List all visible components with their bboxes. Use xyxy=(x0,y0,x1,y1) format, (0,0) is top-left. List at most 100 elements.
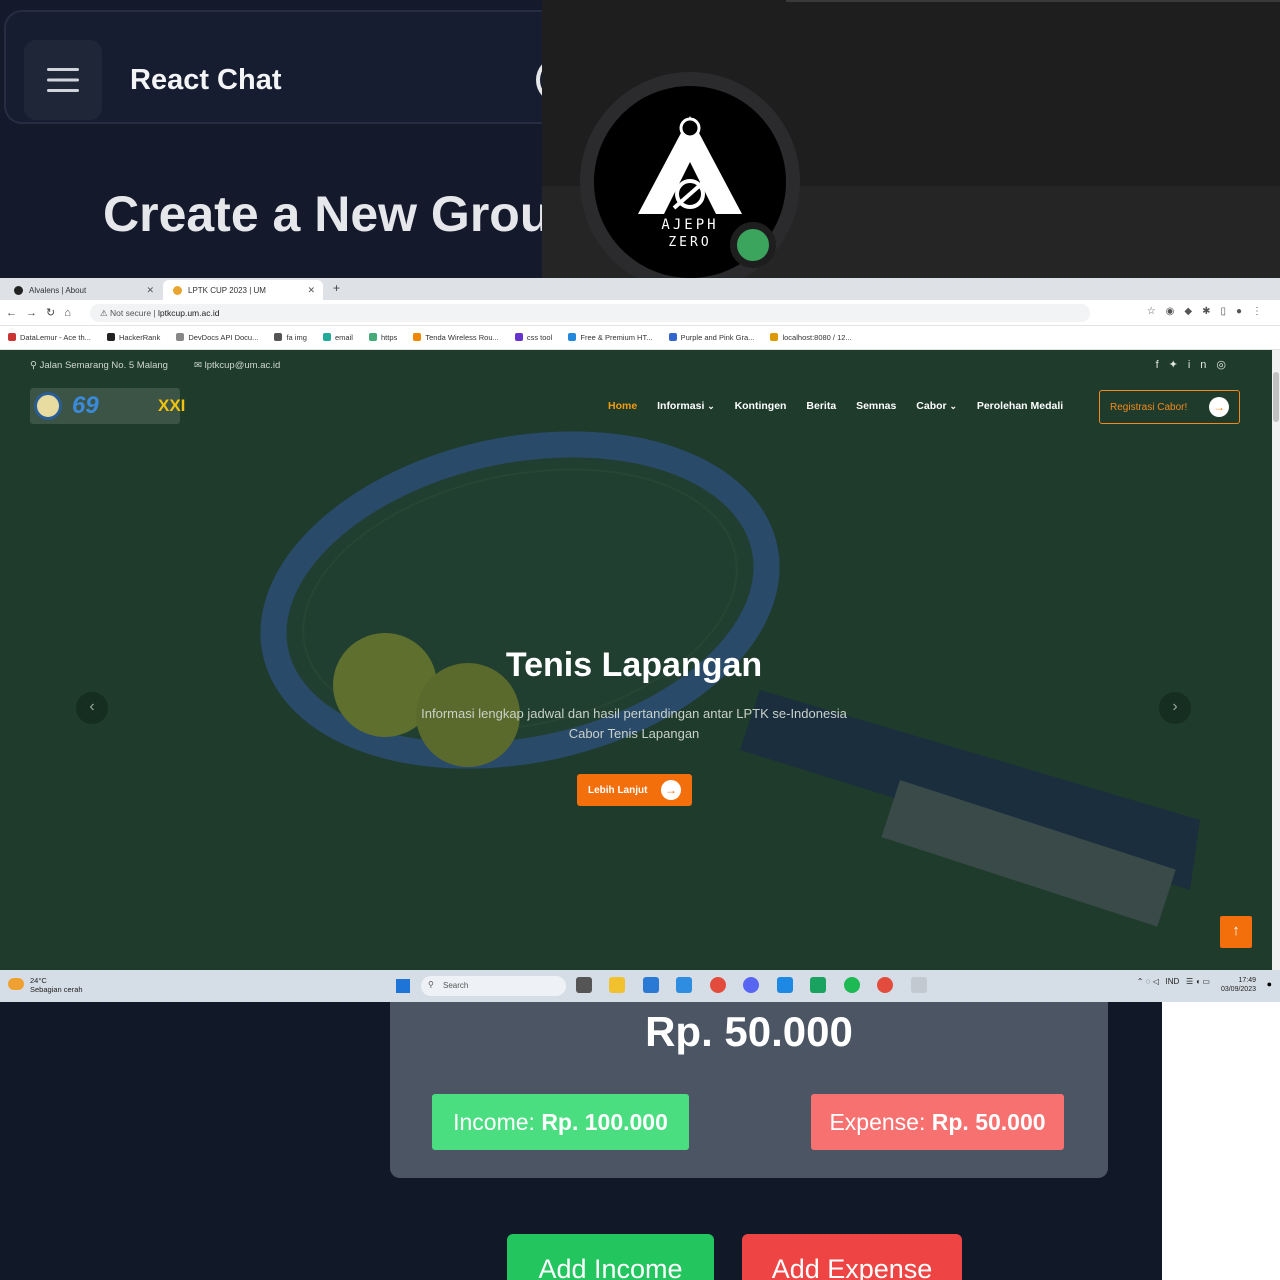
bookmark-icon xyxy=(274,333,283,341)
bookmarks-bar: DataLemur - Ace th... HackerRank DevDocs… xyxy=(0,326,1280,350)
bookmark-item[interactable]: fa img xyxy=(274,333,307,342)
bookmark-item[interactable]: Tenda Wireless Rou... xyxy=(413,333,499,342)
income-value: Rp. 100.000 xyxy=(541,1109,668,1135)
chrome-icon[interactable] xyxy=(709,977,726,993)
menu-icon xyxy=(47,68,79,92)
anniversary-logo: 69 xyxy=(72,392,99,419)
profile-panel: AJEPH ZERO xyxy=(542,0,1280,280)
add-income-button[interactable]: Add Income xyxy=(507,1234,714,1280)
temperature: 24°C xyxy=(30,976,47,985)
nav-cabor[interactable]: Cabor ⌄ xyxy=(916,400,957,412)
nav-perolehan-medali[interactable]: Perolehan Medali xyxy=(977,400,1063,412)
mail-app-icon[interactable] xyxy=(676,977,693,993)
nav-home[interactable]: Home xyxy=(608,400,637,412)
chevron-down-icon: ⌄ xyxy=(707,401,715,411)
nav-berita[interactable]: Berita xyxy=(806,400,836,412)
bookmark-item[interactable]: DataLemur - Ace th... xyxy=(8,333,91,342)
system-tray[interactable]: ⌃ ◌ ◁ IND ☰ ◖ ▭ xyxy=(1137,977,1210,986)
bookmark-item[interactable]: DevDocs API Docu... xyxy=(176,333,258,342)
language-indicator[interactable]: IND xyxy=(1166,977,1180,986)
notification-bell-icon[interactable]: ● xyxy=(1267,979,1272,989)
nav-semnas[interactable]: Semnas xyxy=(856,400,896,412)
site-logo[interactable]: 69 XXI xyxy=(30,388,185,424)
discord-icon[interactable] xyxy=(743,977,760,993)
react-chat-panel: React Chat Create a New Grou xyxy=(0,0,542,280)
vscode-insiders-icon[interactable] xyxy=(810,977,827,993)
balance-amount: Rp. 50.000 xyxy=(645,1008,853,1055)
main-nav: Home Informasi ⌄ Kontingen Berita Semnas… xyxy=(608,400,1080,412)
nav-kontingen[interactable]: Kontingen xyxy=(735,400,787,412)
hero-subtitle-line: Informasi lengkap jadwal dan hasil perta… xyxy=(421,706,847,721)
bookmark-icon xyxy=(514,333,523,341)
expense-tracker-panel: Rp. 50.000 Income: Rp. 100.000 Expense: … xyxy=(0,1002,1162,1280)
expense-value: Rp. 50.000 xyxy=(931,1109,1046,1135)
weather-icon xyxy=(8,978,24,990)
bookmark-item[interactable]: HackerRank xyxy=(106,333,160,342)
bookmark-icon xyxy=(668,333,677,341)
close-icon[interactable]: ✕ xyxy=(307,285,315,296)
chrome-icon[interactable] xyxy=(877,977,894,993)
url-field[interactable]: ⚠ Not secure | lptkcup.um.ac.id xyxy=(90,304,1090,322)
bookmark-item[interactable]: Free & Premium HT... xyxy=(568,333,652,342)
expense-label: Expense: xyxy=(829,1109,926,1135)
address-bar: ←→↻⌂ ⚠ Not secure | lptkcup.um.ac.id ☆◉◆… xyxy=(0,300,1280,326)
app-title: React Chat xyxy=(130,64,282,96)
tab-alvalens[interactable]: Alvalens | About ✕ xyxy=(4,280,162,300)
svg-text:AJEPH: AJEPH xyxy=(661,217,718,233)
bookmark-icon xyxy=(770,333,779,341)
arrow-right-icon: → xyxy=(1209,397,1229,417)
url-text: lptkcup.um.ac.id xyxy=(158,308,220,318)
clock[interactable]: 17:49 03/09/2023 xyxy=(1221,976,1256,994)
favicon-icon xyxy=(173,285,182,295)
online-status-indicator xyxy=(730,222,776,268)
close-icon[interactable]: ✕ xyxy=(146,285,154,296)
hero-title: Tenis Lapangan xyxy=(505,646,763,684)
bookmark-icon xyxy=(176,333,185,341)
bookmark-icon xyxy=(369,333,378,341)
arrow-up-icon: ↑ xyxy=(1232,922,1240,939)
bookmark-icon xyxy=(8,333,16,341)
address-text: ⚲ Jalan Semarang No. 5 Malang xyxy=(30,360,168,371)
task-view-icon[interactable] xyxy=(576,977,592,993)
taskbar-apps xyxy=(576,977,940,998)
file-explorer-icon[interactable] xyxy=(609,977,626,993)
tab-lptk-cup[interactable]: LPTK CUP 2023 | UM ✕ xyxy=(163,280,323,300)
nav-informasi[interactable]: Informasi ⌄ xyxy=(657,400,715,412)
back-to-top-button[interactable]: ↑ xyxy=(1220,916,1252,948)
page-scrollbar[interactable] xyxy=(1272,350,1280,970)
navigation-icons[interactable]: ←→↻⌂ xyxy=(6,306,80,319)
vscode-icon[interactable] xyxy=(776,977,793,993)
bookmark-item[interactable]: localhost:8080 / 12... xyxy=(770,333,852,342)
email-text[interactable]: ✉ lptkcup@um.ac.id xyxy=(194,360,280,371)
chevron-down-icon: ⌄ xyxy=(949,401,957,411)
app-icon[interactable] xyxy=(910,977,927,993)
register-button[interactable]: Registrasi Cabor! → xyxy=(1099,390,1240,424)
hero-subtitle: Informasi lengkap jadwal dan hasil perta… xyxy=(0,704,1268,744)
page-heading: Create a New Grou xyxy=(103,186,542,242)
extension-icons[interactable]: ☆◉◆✱▯●⋮ xyxy=(1147,306,1272,317)
social-links[interactable]: f✦in◎ xyxy=(1156,358,1236,371)
search-icon: ⚲ xyxy=(428,980,434,989)
bookmark-item[interactable]: https xyxy=(369,333,397,342)
svg-text:ZERO: ZERO xyxy=(668,235,711,250)
app-icon[interactable] xyxy=(642,977,659,993)
income-label: Income: xyxy=(453,1109,535,1135)
weather-widget[interactable]: 24°C Sebagian cerah xyxy=(8,976,83,994)
add-expense-button[interactable]: Add Expense xyxy=(742,1234,962,1280)
spotify-icon[interactable] xyxy=(843,977,860,993)
windows-start-icon[interactable] xyxy=(396,979,410,993)
new-tab-button[interactable]: + xyxy=(333,281,340,295)
scrollbar-thumb[interactable] xyxy=(1273,372,1279,422)
hero-subtitle-line: Cabor Tenis Lapangan xyxy=(568,726,700,741)
event-logo: XXI xyxy=(158,396,186,415)
lebih-lanjut-button[interactable]: Lebih Lanjut → xyxy=(577,774,692,806)
taskbar-search[interactable]: ⚲ Search xyxy=(421,976,566,996)
bookmark-item[interactable]: Purple and Pink Gra... xyxy=(668,333,754,342)
bookmark-item[interactable]: css tool xyxy=(514,333,552,342)
clock-time: 17:49 xyxy=(1238,977,1256,984)
bookmark-icon xyxy=(322,333,331,341)
screenshot-collage: React Chat Create a New Grou AJEPH ZERO xyxy=(0,0,1280,1280)
bookmark-item[interactable]: email xyxy=(322,333,353,342)
contact-bar: ⚲ Jalan Semarang No. 5 Malang ✉ lptkcup@… xyxy=(0,350,1272,380)
hamburger-menu-button[interactable] xyxy=(24,40,102,120)
